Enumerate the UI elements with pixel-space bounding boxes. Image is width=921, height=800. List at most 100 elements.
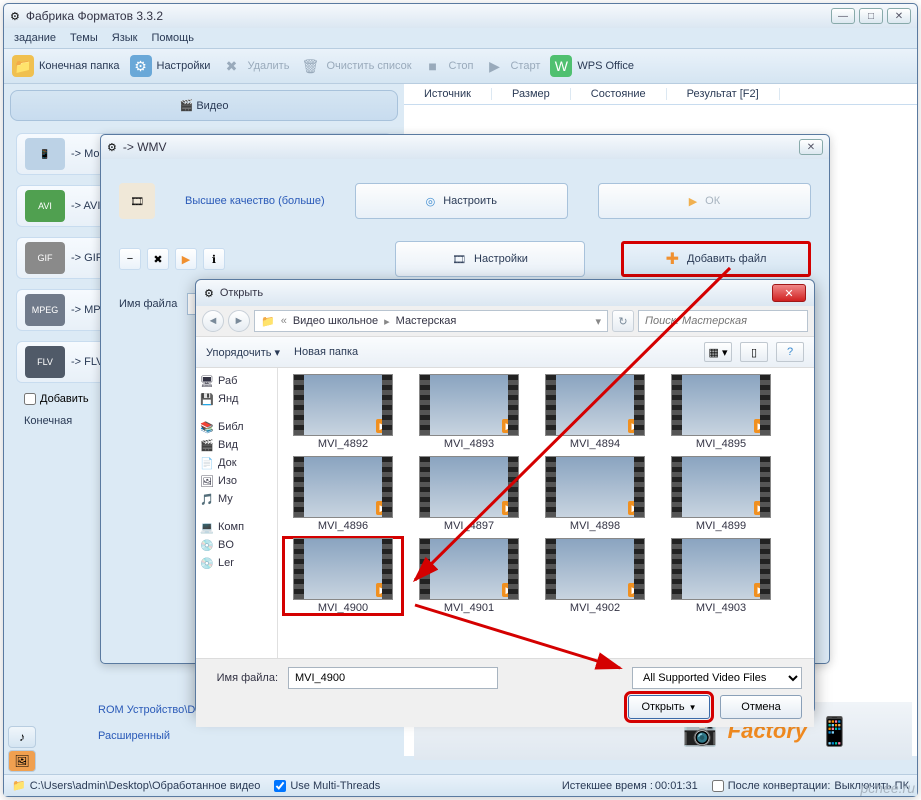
- file-thumb[interactable]: ▶ MVI_4894: [536, 374, 654, 450]
- start-button[interactable]: ▶Старт: [483, 55, 540, 77]
- add-file-button[interactable]: ✚Добавить файл: [621, 241, 811, 277]
- small-delete-icon[interactable]: −: [119, 248, 141, 270]
- play-overlay-icon: ▶: [376, 419, 390, 433]
- configure-icon: ◎: [426, 195, 436, 208]
- play-overlay-icon: ▶: [502, 501, 516, 515]
- new-folder-button[interactable]: Новая папка: [294, 346, 358, 358]
- file-thumb[interactable]: ▶MVI_4893: [410, 374, 528, 450]
- folder-small-icon: 📁: [12, 779, 26, 792]
- settings-button[interactable]: ⚙Настройки: [130, 55, 211, 77]
- file-caption: MVI_4893: [444, 438, 494, 450]
- file-thumb[interactable]: ▶MVI_4896: [284, 456, 402, 532]
- wmv-titlebar: ⚙ -> WMV ✕: [101, 135, 829, 159]
- open-close-button[interactable]: ✕: [772, 284, 806, 302]
- computer-icon: 💻: [200, 520, 214, 534]
- open-titlebar: ⚙ Открыть ✕: [196, 280, 814, 306]
- col-result[interactable]: Результат [F2]: [667, 88, 780, 100]
- file-caption: MVI_4892: [318, 438, 368, 450]
- breadcrumb-0[interactable]: Видео школьное: [293, 315, 378, 327]
- filetype-select[interactable]: All Supported Video Files: [632, 667, 802, 689]
- play-icon: ▶: [483, 55, 505, 77]
- add-checkbox[interactable]: [24, 393, 36, 405]
- menu-themes[interactable]: Темы: [70, 32, 98, 44]
- ok-button[interactable]: ▶ОК: [598, 183, 811, 219]
- search-input[interactable]: [638, 310, 808, 332]
- file-thumb[interactable]: ▶MVI_4895: [662, 374, 780, 450]
- video-header[interactable]: 🎬 Видео: [10, 90, 398, 121]
- file-thumb[interactable]: ▶ MVI_4899: [662, 456, 780, 532]
- wps-icon: W: [550, 55, 572, 77]
- app-title: Фабрика Форматов 3.3.2: [26, 9, 831, 23]
- view-mode-button[interactable]: ▦ ▾: [704, 342, 732, 362]
- file-caption: MVI_4899: [696, 520, 746, 532]
- play-overlay-icon: ▶: [628, 419, 642, 433]
- breadcrumb-1[interactable]: Мастерская: [396, 315, 457, 327]
- add-row: − ✖ ▶ ℹ 🎞Настройки ✚Добавить файл: [115, 233, 815, 285]
- preview-pane-button[interactable]: ▯: [740, 342, 768, 362]
- open-filename-input[interactable]: [288, 667, 498, 689]
- menu-language[interactable]: Язык: [112, 32, 138, 44]
- file-thumb[interactable]: ▶MVI_4898: [536, 456, 654, 532]
- drive-icon: 💿: [200, 538, 214, 552]
- back-button[interactable]: ◄: [202, 310, 224, 332]
- small-clear-icon[interactable]: ✖: [147, 248, 169, 270]
- play-overlay-icon: ▶: [754, 419, 768, 433]
- music-icon: 🎵: [200, 492, 214, 506]
- configure-button[interactable]: ◎Настроить: [355, 183, 568, 219]
- file-thumb[interactable]: ▶MVI_4897: [410, 456, 528, 532]
- delete-button[interactable]: ✖Удалить: [220, 55, 289, 77]
- wmv-close-button[interactable]: ✕: [799, 139, 823, 155]
- play-overlay-icon: ▶: [502, 583, 516, 597]
- organize-button[interactable]: Упорядочить ▾: [206, 346, 280, 359]
- multithread-checkbox[interactable]: [274, 780, 286, 792]
- mobile-icon: 📱: [25, 138, 65, 170]
- open-icon: ⚙: [204, 287, 214, 300]
- file-thumb[interactable]: ▶MVI_4900: [284, 538, 402, 614]
- small-info-icon[interactable]: ℹ: [203, 248, 225, 270]
- col-source[interactable]: Источник: [404, 88, 492, 100]
- play-overlay-icon: ▶: [376, 583, 390, 597]
- menu-help[interactable]: Помощь: [151, 32, 194, 44]
- open-footer: Имя файла: All Supported Video Files Отк…: [196, 658, 814, 727]
- quality-link[interactable]: Высшее качество (больше): [185, 195, 325, 207]
- after-checkbox[interactable]: [712, 780, 724, 792]
- folder-tree[interactable]: 🖥Раб 💾Янд 📚Библ 🎬Вид 📄Док 🖼Изо 🎵Му 💻Комп…: [196, 368, 278, 658]
- help-button[interactable]: ?: [776, 342, 804, 362]
- play-overlay-icon: ▶: [628, 583, 642, 597]
- ok-arrow-icon: ▶: [689, 195, 697, 208]
- play-overlay-icon: ▶: [754, 501, 768, 515]
- col-size[interactable]: Размер: [492, 88, 571, 100]
- minimize-button[interactable]: —: [831, 8, 855, 24]
- stop-button[interactable]: ■Стоп: [422, 55, 474, 77]
- clear-list-button[interactable]: 🗑Очистить список: [299, 55, 411, 77]
- advanced-link[interactable]: Расширенный: [8, 724, 170, 748]
- file-caption: MVI_4903: [696, 602, 746, 614]
- file-caption: MVI_4896: [318, 520, 368, 532]
- menu-task[interactable]: задание: [14, 32, 56, 44]
- forward-button[interactable]: ►: [228, 310, 250, 332]
- file-thumb[interactable]: ▶MVI_4903: [662, 538, 780, 614]
- clear-icon: 🗑: [299, 55, 321, 77]
- maximize-button[interactable]: □: [859, 8, 883, 24]
- wmv-settings-button[interactable]: 🎞Настройки: [395, 241, 585, 277]
- wps-office-button[interactable]: WWPS Office: [550, 55, 634, 77]
- small-play-icon[interactable]: ▶: [175, 248, 197, 270]
- main-toolbar: 📁Конечная папка ⚙Настройки ✖Удалить 🗑Очи…: [4, 49, 917, 84]
- col-state[interactable]: Состояние: [571, 88, 667, 100]
- elapsed-value: 00:01:31: [655, 780, 698, 792]
- output-folder-button[interactable]: 📁Конечная папка: [12, 55, 120, 77]
- wmv-format-icon: 🎞: [119, 183, 155, 219]
- file-thumb[interactable]: ▶MVI_4901: [410, 538, 528, 614]
- open-button[interactable]: Открыть ▼: [628, 695, 710, 719]
- picture-tab[interactable]: 🖼: [8, 750, 36, 772]
- disk-icon: 💾: [200, 392, 214, 406]
- breadcrumb[interactable]: 📁 « Видео школьное ▸ Мастерская ▾: [254, 310, 608, 332]
- file-caption: MVI_4894: [570, 438, 620, 450]
- output-path[interactable]: C:\Users\admin\Desktop\Обработанное виде…: [30, 780, 261, 792]
- file-thumb[interactable]: ▶ MVI_4892: [284, 374, 402, 450]
- close-button[interactable]: ✕: [887, 8, 911, 24]
- cancel-button[interactable]: Отмена: [720, 695, 802, 719]
- refresh-button[interactable]: ↻: [612, 310, 634, 332]
- file-thumb[interactable]: ▶MVI_4902: [536, 538, 654, 614]
- open-filename-label: Имя файла:: [208, 672, 278, 684]
